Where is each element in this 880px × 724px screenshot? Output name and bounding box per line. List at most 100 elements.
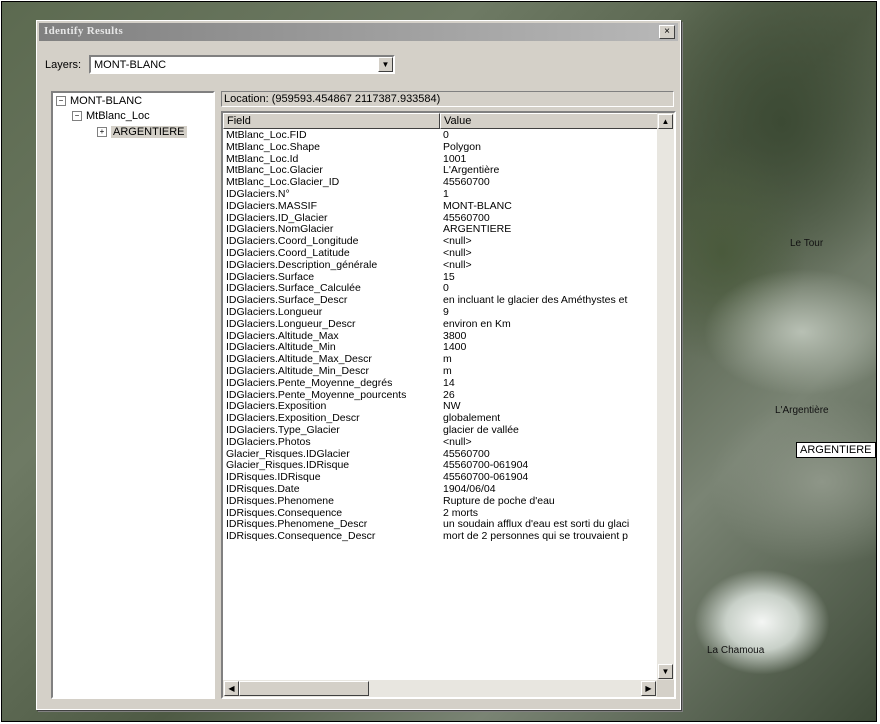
field-cell: IDGlaciers.Exposition [226,401,327,413]
table-row[interactable]: IDGlaciers.Altitude_Min 1400 [223,342,657,354]
table-row[interactable]: MtBlanc_Loc.Id 1001 [223,154,657,166]
table-row[interactable]: IDGlaciers.Longueur 9 [223,307,657,319]
table-row[interactable]: IDGlaciers.ID_Glacier 45560700 [223,213,657,225]
value-cell: 0 [443,283,449,295]
table-row[interactable]: MtBlanc_Loc.Glacier_ID 45560700 [223,177,657,189]
field-cell: IDGlaciers.ID_Glacier [226,212,328,224]
tree-node-argentiere[interactable]: + ARGENTIERE [97,126,187,138]
table-row[interactable]: IDGlaciers.Photos <null> [223,437,657,449]
tree-node-mont-blanc[interactable]: − MONT-BLANC [56,95,142,107]
identify-results-dialog: Identify Results × Layers: MONT-BLANC ▼ … [36,20,681,710]
table-row[interactable]: IDRisques.Phenomene Rupture de poche d'ea… [223,496,657,508]
table-row[interactable]: IDGlaciers.Exposition NW [223,401,657,413]
scroll-down-icon[interactable]: ▼ [658,664,673,679]
table-row[interactable]: MtBlanc_Loc.FID 0 [223,130,657,142]
field-cell: Glacier_Risques.IDRisque [226,460,350,472]
field-cell: Glacier_Risques.IDGlacier [226,448,350,460]
field-cell: IDRisques.Date [226,483,300,495]
field-cell: IDRisques.Consequence [226,507,343,519]
layers-dropdown-value: MONT-BLANC [94,59,167,71]
value-cell: 1 [443,188,449,200]
horizontal-scroll-thumb[interactable] [239,681,369,696]
table-row[interactable]: IDRisques.Consequence 2 morts [223,508,657,520]
field-cell: IDGlaciers.Pente_Moyenne_degrés [226,377,393,389]
table-row[interactable]: IDGlaciers.Altitude_Max_Descr m [223,354,657,366]
field-cell: IDGlaciers.Coord_Longitude [226,236,359,248]
table-row[interactable]: Glacier_Risques.IDRisque 45560700-061904 [223,460,657,472]
field-cell: IDRisques.Phenomene_Descr [226,519,368,531]
value-cell: 45560700 [443,212,490,224]
tree-node-mtblanc-loc[interactable]: − MtBlanc_Loc [72,110,150,122]
field-cell: IDGlaciers.Altitude_Min_Descr [226,365,369,377]
value-cell: <null> [443,236,472,248]
field-cell: MtBlanc_Loc.Id [226,153,299,165]
field-cell: IDRisques.Consequence_Descr [226,531,376,543]
vertical-scrollbar[interactable]: ▲ ▼ [657,113,674,680]
table-row[interactable]: IDGlaciers.Altitude_Min_Descr m [223,366,657,378]
field-cell: IDGlaciers.Altitude_Max [226,330,339,342]
scroll-right-icon[interactable]: ▶ [641,681,656,696]
value-cell: m [443,365,452,377]
value-cell: 45560700-061904 [443,460,529,472]
field-cell: IDGlaciers.Type_Glacier [226,424,340,436]
map-label-argentiere-town: L'Argentière [775,405,829,416]
table-row[interactable]: IDRisques.Consequence_Descr mort de 2 per… [223,531,657,543]
collapse-icon[interactable]: − [72,111,82,121]
table-row[interactable]: IDGlaciers.Coord_Longitude <null> [223,236,657,248]
table-row[interactable]: IDGlaciers.Longueur_Descr environ en Km [223,319,657,331]
value-cell: L'Argentière [443,165,500,177]
map-feature-tag[interactable]: ARGENTIERE [796,442,876,458]
value-cell: 45560700 [443,448,490,460]
scroll-up-icon[interactable]: ▲ [658,114,673,129]
value-cell: MONT-BLANC [443,200,512,212]
table-row[interactable]: IDGlaciers.Pente_Moyenne_pourcents 26 [223,390,657,402]
table-row[interactable]: IDGlaciers.Pente_Moyenne_degrés 14 [223,378,657,390]
table-row[interactable]: IDGlaciers.Surface_Calculée 0 [223,283,657,295]
value-cell: 1400 [443,342,467,354]
table-row[interactable]: Glacier_Risques.IDGlacier 45560700 [223,449,657,461]
dialog-title: Identify Results [44,25,124,37]
value-cell: 1001 [443,153,467,165]
scrollbar-corner [657,680,674,697]
value-cell: 45560700-061904 [443,472,529,484]
table-row[interactable]: IDGlaciers.Altitude_Max 3800 [223,331,657,343]
table-row[interactable]: IDRisques.Date 1904/06/04 [223,484,657,496]
table-row[interactable]: MtBlanc_Loc.Glacier L'Argentière [223,165,657,177]
value-cell: un soudain afflux d'eau est sorti du gla… [443,519,630,531]
table-row[interactable]: IDGlaciers.N° 1 [223,189,657,201]
dialog-titlebar[interactable]: Identify Results × [39,23,678,41]
table-row[interactable]: IDGlaciers.MASSIF MONT-BLANC [223,201,657,213]
map-label-le-tour: Le Tour [790,238,824,249]
scroll-left-icon[interactable]: ◀ [224,681,239,696]
close-icon[interactable]: × [659,25,675,39]
value-cell: Rupture de poche d'eau [443,495,555,507]
table-row[interactable]: IDGlaciers.Exposition_Descr globalement [223,413,657,425]
field-cell: MtBlanc_Loc.Glacier_ID [226,177,340,189]
field-cell: IDGlaciers.Coord_Latitude [226,247,350,259]
value-cell: <null> [443,436,472,448]
layers-dropdown[interactable]: MONT-BLANC ▼ [89,55,395,74]
horizontal-scrollbar[interactable]: ◀ ▶ [223,680,657,697]
table-row[interactable]: IDGlaciers.Type_Glacier glacier de vallée [223,425,657,437]
value-cell: 1904/06/04 [443,483,496,495]
column-header-field[interactable]: Field [223,113,440,129]
value-cell: m [443,354,452,366]
value-cell: 0 [443,130,449,141]
table-row[interactable]: IDRisques.IDRisque 45560700-061904 [223,472,657,484]
field-cell: IDGlaciers.Altitude_Max_Descr [226,354,372,366]
value-cell: globalement [443,413,501,425]
table-row[interactable]: IDGlaciers.Description_générale <null> [223,260,657,272]
collapse-icon[interactable]: − [56,96,66,106]
column-header-value[interactable]: Value [440,113,658,129]
table-row[interactable]: IDGlaciers.Coord_Latitude <null> [223,248,657,260]
layers-label: Layers: [45,59,82,71]
table-row[interactable]: IDGlaciers.NomGlacier ARGENTIERE [223,224,657,236]
table-row[interactable]: IDGlaciers.Surface_Descr en incluant le g… [223,295,657,307]
chevron-down-icon[interactable]: ▼ [378,57,393,72]
table-row[interactable]: MtBlanc_Loc.Shape Polygon [223,142,657,154]
table-row[interactable]: IDRisques.Phenomene_Descr un soudain affl… [223,519,657,531]
expand-icon[interactable]: + [97,127,107,137]
field-cell: IDGlaciers.Longueur [226,306,323,318]
table-row[interactable]: IDGlaciers.Surface 15 [223,272,657,284]
value-cell: en incluant le glacier des Améthystes et [443,295,628,307]
